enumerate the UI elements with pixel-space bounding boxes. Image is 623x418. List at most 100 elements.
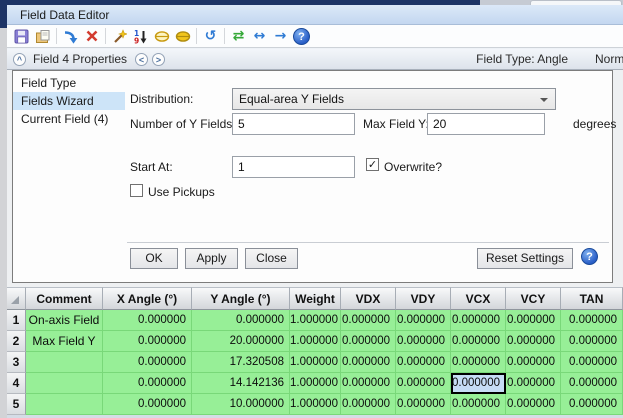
cell-weight[interactable]: 1.000000 bbox=[290, 310, 341, 331]
sort-fields-icon[interactable]: 19 bbox=[130, 26, 151, 46]
cell-vdx[interactable]: 0.000000 bbox=[341, 394, 396, 415]
sidebar-item-fields-wizard[interactable]: Fields Wizard bbox=[13, 92, 125, 110]
normalization-readout: Norm bbox=[595, 52, 623, 66]
cell-vdy[interactable]: 0.000000 bbox=[396, 331, 451, 352]
col-header-vcy: VCY bbox=[506, 287, 561, 310]
use-pickups-checkbox[interactable] bbox=[130, 184, 143, 197]
cell-vcy[interactable]: 0.000000 bbox=[506, 394, 561, 415]
cell-x-angle[interactable]: 0.000000 bbox=[103, 310, 192, 331]
cell-tan[interactable]: 0.000000 bbox=[561, 310, 623, 331]
help-icon[interactable]: ? bbox=[291, 26, 312, 46]
cell-x-angle[interactable]: 0.000000 bbox=[103, 352, 192, 373]
cell-vdy[interactable]: 0.000000 bbox=[396, 373, 451, 394]
cell-comment[interactable]: On-axis Field bbox=[26, 310, 103, 331]
cell-vdx[interactable]: 0.000000 bbox=[341, 373, 396, 394]
cell-vdy[interactable]: 0.000000 bbox=[396, 352, 451, 373]
row-number[interactable]: 2 bbox=[7, 331, 26, 352]
cell-x-angle[interactable]: 0.000000 bbox=[103, 373, 192, 394]
wizard-wand-icon[interactable] bbox=[109, 26, 130, 46]
use-pickups-label: Use Pickups bbox=[148, 185, 215, 199]
row-number[interactable]: 4 bbox=[7, 373, 26, 394]
col-header-tan: TAN bbox=[561, 287, 623, 310]
field-table: CommentX Angle (°)Y Angle (°)WeightVDXVD… bbox=[7, 287, 623, 415]
cell-vdx[interactable]: 0.000000 bbox=[341, 352, 396, 373]
cell-x-angle[interactable]: 0.000000 bbox=[103, 394, 192, 415]
cell-vcx[interactable]: 0.000000 bbox=[451, 331, 506, 352]
help-button[interactable]: ? bbox=[581, 247, 598, 265]
corner-triangle-icon bbox=[11, 296, 19, 304]
cell-vcy[interactable]: 0.000000 bbox=[506, 352, 561, 373]
row-number[interactable]: 5 bbox=[7, 394, 26, 415]
cell-y-angle[interactable]: 17.320508 bbox=[192, 352, 290, 373]
cell-comment[interactable] bbox=[26, 352, 103, 373]
left-right-arrow-icon[interactable]: ↔ bbox=[249, 26, 270, 46]
cell-tan[interactable]: 0.000000 bbox=[561, 352, 623, 373]
table-header-row: CommentX Angle (°)Y Angle (°)WeightVDXVD… bbox=[7, 287, 623, 310]
next-field-icon-nav[interactable]: > bbox=[152, 53, 165, 66]
insert-arrow-icon[interactable] bbox=[60, 26, 81, 46]
open-file-icon[interactable] bbox=[32, 26, 53, 46]
cell-x-angle[interactable]: 0.000000 bbox=[103, 331, 192, 352]
max-field-y-label: Max Field Y: bbox=[363, 117, 429, 131]
sidebar-item-field-type[interactable]: Field Type bbox=[13, 74, 125, 92]
cell-comment[interactable] bbox=[26, 373, 103, 394]
cell-vcx[interactable]: 0.000000 bbox=[451, 394, 506, 415]
svg-text:9: 9 bbox=[134, 36, 139, 44]
cell-weight[interactable]: 1.000000 bbox=[290, 331, 341, 352]
cell-vdx[interactable]: 0.000000 bbox=[341, 310, 396, 331]
vignetting-filled-icon[interactable] bbox=[172, 26, 193, 46]
start-at-input[interactable] bbox=[232, 156, 355, 178]
cell-tan[interactable]: 0.000000 bbox=[561, 373, 623, 394]
save-icon[interactable] bbox=[11, 26, 32, 46]
toolbar-separator bbox=[196, 28, 197, 44]
cell-vdy[interactable]: 0.000000 bbox=[396, 310, 451, 331]
number-of-y-fields-input[interactable] bbox=[232, 113, 355, 135]
cell-weight[interactable]: 1.000000 bbox=[290, 373, 341, 394]
toolbar-separator bbox=[224, 28, 225, 44]
next-field-icon[interactable]: → bbox=[270, 26, 291, 46]
prev-field-icon[interactable]: < bbox=[135, 53, 148, 66]
cell-y-angle[interactable]: 10.000000 bbox=[192, 394, 290, 415]
cell-vcx[interactable]: 0.000000 bbox=[451, 352, 506, 373]
vignetting-open-icon[interactable] bbox=[151, 26, 172, 46]
collapse-chevron-icon[interactable]: ^ bbox=[13, 53, 26, 66]
cell-comment[interactable] bbox=[26, 394, 103, 415]
max-field-y-input[interactable] bbox=[427, 113, 545, 135]
row-number[interactable]: 3 bbox=[7, 352, 26, 373]
distribution-dropdown[interactable]: Equal-area Y Fields bbox=[232, 88, 556, 110]
swap-arrows-icon[interactable]: ⇄ bbox=[228, 26, 249, 46]
cell-vdy[interactable]: 0.000000 bbox=[396, 394, 451, 415]
cell-y-angle[interactable]: 20.000000 bbox=[192, 331, 290, 352]
col-header-vcx: VCX bbox=[451, 287, 506, 310]
cell-tan[interactable]: 0.000000 bbox=[561, 331, 623, 352]
row-number[interactable]: 1 bbox=[7, 310, 26, 331]
cell-comment[interactable]: Max Field Y bbox=[26, 331, 103, 352]
apply-button[interactable]: Apply bbox=[185, 248, 238, 269]
cell-vcx[interactable]: 0.000000 bbox=[451, 373, 506, 394]
overwrite-checkbox[interactable]: ✓ bbox=[366, 158, 379, 171]
cell-tan[interactable]: 0.000000 bbox=[561, 394, 623, 415]
field-data-editor-window: Field Data Editor 19 ↺ ⇄ bbox=[0, 0, 623, 418]
cell-weight[interactable]: 1.000000 bbox=[290, 394, 341, 415]
cell-vcx[interactable]: 0.000000 bbox=[451, 310, 506, 331]
cell-weight[interactable]: 1.000000 bbox=[290, 352, 341, 373]
cell-vdx[interactable]: 0.000000 bbox=[341, 331, 396, 352]
toolbar-separator bbox=[105, 28, 106, 44]
cell-y-angle[interactable]: 14.142136 bbox=[192, 373, 290, 394]
cell-y-angle[interactable]: 0.000000 bbox=[192, 310, 290, 331]
col-header-vdy: VDY bbox=[396, 287, 451, 310]
ok-button[interactable]: OK bbox=[130, 248, 178, 269]
table-corner-cell[interactable] bbox=[7, 287, 26, 310]
distribution-label: Distribution: bbox=[130, 92, 193, 106]
cell-vcy[interactable]: 0.000000 bbox=[506, 310, 561, 331]
toolbar: 19 ↺ ⇄ ↔ → ? bbox=[7, 25, 623, 48]
table-row: 30.00000017.3205081.0000000.0000000.0000… bbox=[7, 352, 623, 373]
reset-settings-button[interactable]: Reset Settings bbox=[477, 248, 573, 269]
close-button[interactable]: Close bbox=[245, 248, 298, 269]
undo-icon[interactable]: ↺ bbox=[200, 26, 221, 46]
cell-vcy[interactable]: 0.000000 bbox=[506, 373, 561, 394]
delete-x-icon[interactable] bbox=[81, 26, 102, 46]
table-row: 2Max Field Y0.00000020.0000001.0000000.0… bbox=[7, 331, 623, 352]
sidebar-item-current-field[interactable]: Current Field (4) bbox=[13, 110, 125, 128]
cell-vcy[interactable]: 0.000000 bbox=[506, 331, 561, 352]
